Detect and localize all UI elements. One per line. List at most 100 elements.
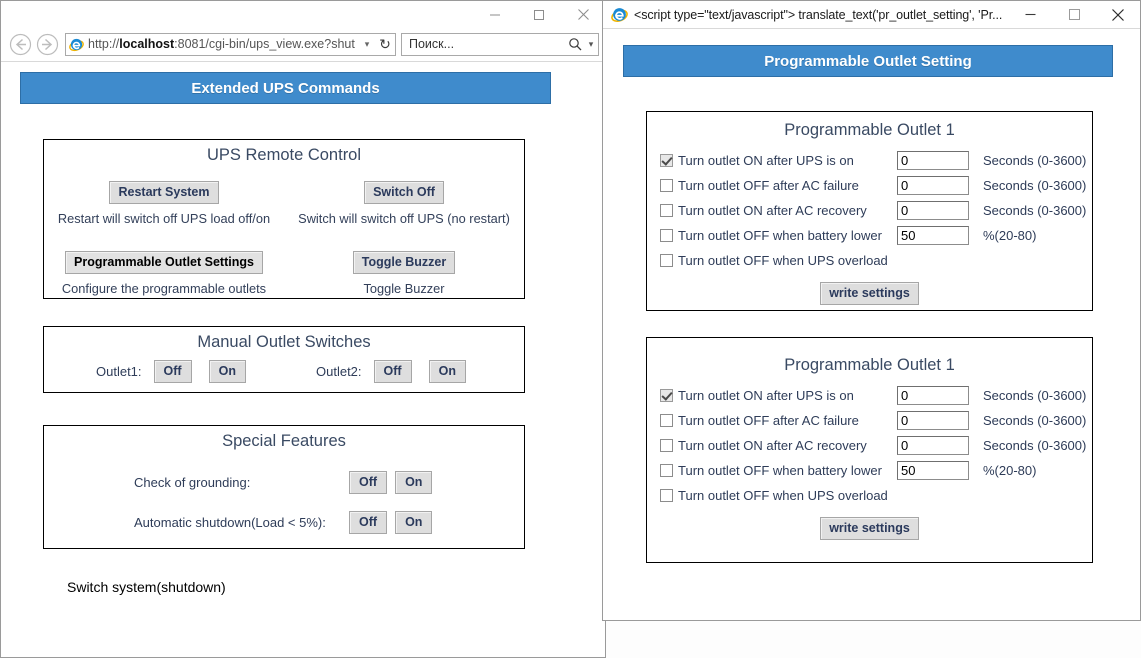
delay-input-turn-on-after-ups-on[interactable] [897, 151, 969, 170]
toggle-buzzer-button[interactable]: Toggle Buzzer [352, 251, 456, 274]
option-row: Turn outlet OFF after AC failure Seconds… [660, 173, 1092, 198]
option-label: Turn outlet ON after UPS is on [678, 388, 854, 403]
delay-input-turn-on-after-ups-on[interactable] [897, 386, 969, 405]
special-features-rows: Check of grounding: Off On Automatic shu… [44, 453, 524, 543]
check-grounding-on-button[interactable]: On [395, 471, 433, 494]
right-browser-window: <script type="text/javascript"> translat… [602, 0, 1141, 621]
checkbox-turn-off-ups-overload[interactable] [660, 254, 673, 267]
option-row: Turn outlet OFF when UPS overload [660, 248, 1092, 273]
restart-system-button[interactable]: Restart System [109, 181, 219, 204]
auto-shutdown-on-button[interactable]: On [395, 511, 433, 534]
ie-favicon-icon [611, 8, 628, 22]
write-settings-button-outlet-2[interactable]: write settings [820, 517, 919, 540]
toggle-buzzer-cell: Toggle Buzzer Toggle Buzzer [284, 251, 524, 296]
option-row: Turn outlet OFF when battery lower %(20-… [660, 458, 1092, 483]
forward-arrow-icon [36, 33, 59, 55]
delay-input-turn-off-after-ac-failure[interactable] [897, 176, 969, 195]
search-input[interactable]: Поиск... [402, 37, 566, 51]
option-unit: Seconds (0-3600) [983, 203, 1087, 218]
option-row: Turn outlet ON after UPS is on Seconds (… [660, 383, 1092, 408]
restart-system-cell: Restart System Restart will switch off U… [44, 181, 284, 226]
option-row: Turn outlet ON after AC recovery Seconds… [660, 198, 1092, 223]
write-settings-button-outlet-1[interactable]: write settings [820, 282, 919, 305]
ie-favicon-icon [69, 38, 84, 51]
checkbox-turn-off-battery-lower[interactable] [660, 464, 673, 477]
desktop: http://localhost:8081/cgi-bin/ups_view.e… [0, 0, 1141, 658]
checkbox-turn-on-after-ups-on[interactable] [660, 154, 673, 167]
checkbox-turn-off-battery-lower[interactable] [660, 229, 673, 242]
forward-button[interactable] [34, 31, 61, 58]
panel-programmable-outlet-1: Programmable Outlet 1 Turn outlet ON aft… [646, 111, 1093, 311]
checkbox-turn-off-after-ac-failure[interactable] [660, 414, 673, 427]
checkbox-turn-on-after-ups-on[interactable] [660, 389, 673, 402]
panel-title-outlet-1: Programmable Outlet 1 [784, 121, 955, 139]
search-icon[interactable] [566, 37, 584, 51]
option-row: Turn outlet ON after UPS is on Seconds (… [660, 148, 1092, 173]
left-window-titlebar[interactable] [1, 1, 605, 28]
minimize-button[interactable] [473, 1, 517, 28]
option-label: Turn outlet OFF after AC failure [678, 413, 859, 428]
option-label: Turn outlet OFF after AC failure [678, 178, 859, 193]
threshold-input-battery-lower[interactable] [897, 461, 969, 480]
manual-outlet-2-group: Outlet2: Off On [316, 360, 466, 383]
reload-icon[interactable]: ↻ [375, 37, 395, 51]
check-grounding-off-button[interactable]: Off [349, 471, 388, 494]
minimize-button[interactable] [1008, 1, 1052, 28]
option-unit: Seconds (0-3600) [983, 413, 1087, 428]
delay-input-turn-on-after-ac-recovery[interactable] [897, 436, 969, 455]
outlet1-label: Outlet1: [96, 364, 142, 379]
auto-shutdown-label: Automatic shutdown(Load < 5%): [134, 515, 326, 530]
address-bar-url: http://localhost:8081/cgi-bin/ups_view.e… [88, 37, 355, 51]
auto-shutdown-off-button[interactable]: Off [349, 511, 388, 534]
close-button[interactable] [561, 1, 605, 28]
close-button[interactable] [1096, 1, 1140, 28]
close-icon [1112, 8, 1124, 21]
right-window-titlebar[interactable]: <script type="text/javascript"> translat… [603, 1, 1140, 28]
delay-input-turn-on-after-ac-recovery[interactable] [897, 201, 969, 220]
option-label: Turn outlet OFF when UPS overload [678, 488, 888, 503]
footer-switch-system-text: Switch system(shutdown) [67, 579, 226, 595]
delay-input-turn-off-after-ac-failure[interactable] [897, 411, 969, 430]
option-row: Turn outlet ON after AC recovery Seconds… [660, 433, 1092, 458]
option-unit: Seconds (0-3600) [983, 178, 1087, 193]
programmable-outlet-settings-cell: Programmable Outlet Settings Configure t… [44, 251, 284, 296]
checkbox-turn-off-ups-overload[interactable] [660, 489, 673, 502]
outlet1-off-button[interactable]: Off [153, 360, 192, 383]
maximize-button[interactable] [517, 1, 561, 28]
outlet2-label: Outlet2: [316, 364, 362, 379]
right-page-content: Programmable Outlet Setting Programmable… [603, 28, 1140, 620]
checkbox-turn-off-after-ac-failure[interactable] [660, 179, 673, 192]
outlet2-on-button[interactable]: On [428, 360, 466, 383]
programmable-outlet-settings-button[interactable]: Programmable Outlet Settings [65, 251, 263, 274]
manual-outlets-row: Outlet1: Off On Outlet2: Off On [44, 354, 524, 386]
address-bar[interactable]: http://localhost:8081/cgi-bin/ups_view.e… [65, 32, 396, 56]
checkbox-turn-on-after-ac-recovery[interactable] [660, 204, 673, 217]
search-dropdown-icon[interactable]: ▾ [584, 39, 598, 50]
close-icon [577, 9, 589, 20]
option-label: Turn outlet OFF when battery lower [678, 228, 882, 243]
page-banner-programmable-outlet: Programmable Outlet Setting [623, 45, 1113, 77]
page-banner-extended-ups: Extended UPS Commands [20, 72, 551, 104]
maximize-button[interactable] [1052, 1, 1096, 28]
option-label: Turn outlet ON after AC recovery [678, 203, 867, 218]
switch-off-button[interactable]: Switch Off [364, 181, 444, 204]
address-dropdown-icon[interactable]: ▾ [359, 39, 375, 50]
outlet-2-submit-area: write settings [647, 517, 1092, 540]
threshold-input-battery-lower[interactable] [897, 226, 969, 245]
option-row: Turn outlet OFF after AC failure Seconds… [660, 408, 1092, 433]
left-window-controls [473, 1, 605, 28]
toggle-buzzer-caption: Toggle Buzzer [363, 281, 445, 296]
left-navigation-toolbar: http://localhost:8081/cgi-bin/ups_view.e… [1, 28, 605, 60]
switch-off-caption: Switch will switch off UPS (no restart) [298, 211, 510, 226]
panel-ups-remote-control: UPS Remote Control Restart System Restar… [43, 139, 525, 299]
search-box[interactable]: Поиск... ▾ [401, 32, 599, 56]
panel-special-features: Special Features Check of grounding: Off… [43, 425, 525, 549]
right-window-title: <script type="text/javascript"> translat… [634, 7, 1003, 22]
checkbox-turn-on-after-ac-recovery[interactable] [660, 439, 673, 452]
outlet-1-options: Turn outlet ON after UPS is on Seconds (… [660, 148, 1092, 273]
outlet2-off-button[interactable]: Off [373, 360, 412, 383]
panel-manual-outlet-switches: Manual Outlet Switches Outlet1: Off On O… [43, 326, 525, 393]
panel-title-outlet-2: Programmable Outlet 1 [784, 356, 955, 374]
back-button[interactable] [7, 31, 34, 58]
outlet1-on-button[interactable]: On [208, 360, 246, 383]
